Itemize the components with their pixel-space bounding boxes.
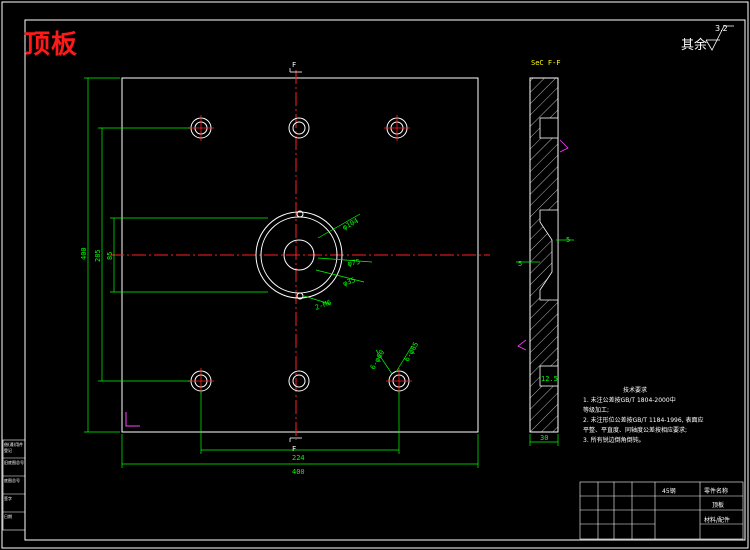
- dim-hole-callout-a: 6-φ60: [369, 349, 386, 371]
- cad-drawing: 224 400 400 285 85 φ104 φ75 φ35 2-M6 6-φ…: [1, 1, 749, 549]
- dim-height-total: 400: [80, 247, 88, 260]
- section-letter-bottom: F: [292, 445, 296, 453]
- dim-counterbore: 2-M6: [314, 299, 333, 312]
- inner-frame: [24, 19, 746, 541]
- left-strip-cell: 旧底图总号: [4, 460, 24, 465]
- dim-height-mid: 285: [94, 249, 102, 262]
- dim-height-small: 85: [106, 252, 114, 260]
- left-strip-cell: 日期: [4, 514, 12, 519]
- dimension-lines: [84, 77, 479, 468]
- note-line: 1. 未注公差按GB/T 1804-2000中: [583, 397, 676, 404]
- title-block-part-name-label: 零件名称: [704, 488, 729, 495]
- dim-dia-outer: φ104: [341, 217, 360, 232]
- page-title: 顶板: [24, 30, 79, 60]
- note-line: 3. 所有锐边倒角倒钝。: [583, 437, 645, 444]
- left-strip-cell: 签字: [4, 496, 12, 501]
- dim-width-total: 400: [292, 468, 305, 476]
- notes-heading: 技术要求: [623, 387, 648, 394]
- roughness-text: 其余: [681, 38, 708, 53]
- section-letter-top: F: [292, 61, 296, 69]
- dim-thickness: 30: [540, 434, 548, 442]
- roughness-value: 3.2: [715, 24, 728, 33]
- roughness-label: 其余 3.2: [681, 24, 728, 53]
- left-strip-cell: 借(通)用件登记: [4, 442, 24, 453]
- note-line: 2. 未注形位公差按GB/T 1184-1996, 表面应: [583, 417, 704, 424]
- section-view-title: SeC F-F: [531, 59, 561, 67]
- title-block-drawing-no-label: 材料/配件: [704, 517, 731, 524]
- datum-corner-icon: [125, 412, 140, 427]
- dim-side-3: 12.5: [541, 375, 558, 383]
- title-block-part-name: 顶板: [712, 502, 725, 509]
- dim-hole-callout-b: 6-φ85: [403, 341, 420, 363]
- dim-hole-spacing: 224: [292, 454, 305, 462]
- dim-dia-inner: φ35: [342, 276, 357, 288]
- left-strip-cell: 底图总号: [4, 478, 20, 483]
- note-line: 平整、平直度、同轴度公差按相应要求;: [583, 427, 688, 434]
- dim-dia-mid: φ75: [347, 258, 361, 268]
- title-block-material: 45钢: [662, 488, 676, 495]
- dim-side-1: 5: [566, 236, 570, 244]
- technical-notes: 技术要求 1. 未注公差按GB/T 1804-2000中 等级加工; 2. 未注…: [583, 386, 733, 446]
- dim-side-2: 5: [518, 260, 522, 268]
- note-line: 等级加工;: [583, 407, 610, 414]
